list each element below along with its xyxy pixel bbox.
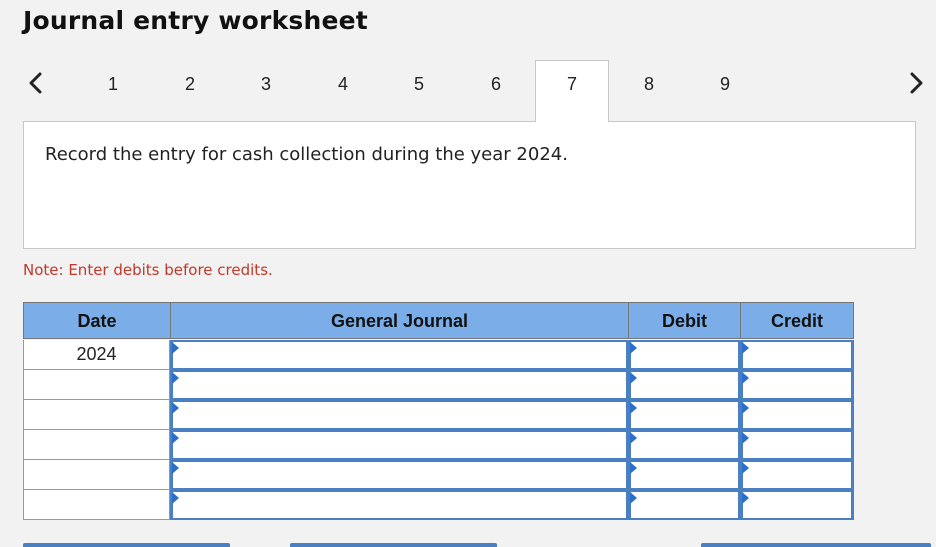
credit-input[interactable] (740, 490, 854, 520)
debit-input[interactable] (628, 430, 741, 460)
chevron-right-icon (910, 72, 923, 94)
page-title: Journal entry worksheet (23, 6, 368, 35)
header-debit: Debit (628, 302, 741, 339)
tab-3[interactable]: 3 (229, 60, 303, 108)
tab-7[interactable]: 7 (535, 60, 609, 122)
record-entry-button[interactable] (23, 543, 230, 547)
header-credit: Credit (740, 302, 854, 339)
next-button[interactable] (902, 66, 932, 100)
tab-bar: 1 2 3 4 5 6 7 8 9 (0, 60, 936, 122)
tab-2[interactable]: 2 (153, 60, 227, 108)
instruction-note: Note: Enter debits before credits. (23, 261, 273, 279)
credit-input[interactable] (740, 460, 854, 490)
tab-5[interactable]: 5 (382, 60, 456, 108)
credit-input[interactable] (740, 370, 854, 400)
date-cell: 2024 (23, 340, 170, 370)
question-panel: Record the entry for cash collection dur… (23, 121, 916, 249)
credit-input[interactable] (740, 430, 854, 460)
account-select[interactable] (170, 400, 629, 430)
date-cell (23, 430, 170, 460)
account-select[interactable] (170, 490, 629, 520)
date-cell (23, 490, 170, 520)
clear-entry-button[interactable] (290, 543, 497, 547)
tab-1[interactable]: 1 (76, 60, 150, 108)
table-row (23, 400, 854, 430)
table-row: 2024 (23, 340, 854, 370)
account-select[interactable] (170, 340, 629, 370)
table-row (23, 460, 854, 490)
tab-9[interactable]: 9 (688, 60, 762, 108)
question-text: Record the entry for cash collection dur… (45, 144, 568, 165)
table-row (23, 430, 854, 460)
header-date: Date (23, 302, 171, 339)
date-cell (23, 460, 170, 490)
table-row (23, 490, 854, 520)
table-row (23, 370, 854, 400)
tab-8[interactable]: 8 (612, 60, 686, 108)
account-select[interactable] (170, 430, 629, 460)
account-select[interactable] (170, 460, 629, 490)
date-cell (23, 400, 170, 430)
journal-header-row: Date General Journal Debit Credit (23, 302, 854, 339)
debit-input[interactable] (628, 460, 741, 490)
account-select[interactable] (170, 370, 629, 400)
credit-input[interactable] (740, 340, 854, 370)
debit-input[interactable] (628, 370, 741, 400)
debit-input[interactable] (628, 400, 741, 430)
tab-4[interactable]: 4 (306, 60, 380, 108)
view-general-journal-button[interactable] (701, 543, 931, 547)
tab-6[interactable]: 6 (459, 60, 533, 108)
debit-input[interactable] (628, 490, 741, 520)
header-general-journal: General Journal (170, 302, 629, 339)
credit-input[interactable] (740, 400, 854, 430)
date-cell (23, 370, 170, 400)
debit-input[interactable] (628, 340, 741, 370)
